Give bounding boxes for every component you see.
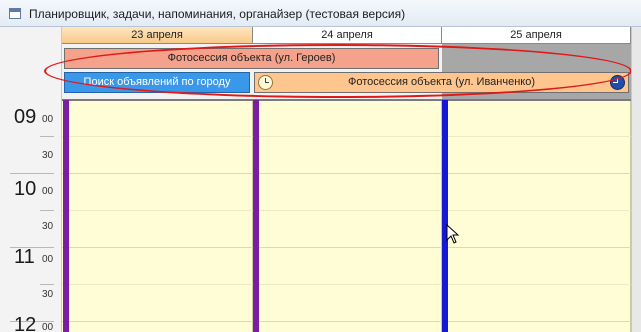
day-column-1[interactable] [62,100,253,332]
half-hour-line [62,210,631,211]
right-edge-scroll[interactable] [631,27,641,332]
hour-line [62,247,631,248]
half-hour-label: 30 [42,221,54,232]
hour-tick [10,173,54,174]
half-hour-tick [40,210,54,211]
half-hour-line [62,136,631,137]
half-hour-tick [40,136,54,137]
hour-label: 10 [14,178,37,200]
minute-label: 00 [42,322,54,332]
time-gutter: 09 00 30 10 00 30 11 00 30 12 00 [0,100,62,332]
window-titlebar: Планировщик, задачи, напоминания, органа… [0,0,641,27]
highlight-ellipse [44,44,632,98]
half-hour-line [62,284,631,285]
day-header-1[interactable]: 23 апреля [62,27,253,44]
hour-label: 11 [14,246,35,268]
half-hour-label: 30 [42,289,54,300]
day-column-2[interactable] [253,100,442,332]
hour-line [62,173,631,174]
minute-label: 00 [42,114,54,125]
calendar-app-icon [9,8,21,19]
half-hour-label: 30 [42,150,54,161]
day-header-2[interactable]: 24 апреля [253,27,442,44]
day-header-3[interactable]: 25 апреля [442,27,631,44]
half-hour-tick [40,284,54,285]
header-separator [62,99,631,101]
minute-label: 00 [42,186,54,197]
hour-label: 12 [14,314,37,332]
day-status-bar-3 [442,100,448,332]
mouse-cursor-icon [446,224,460,244]
day-column-3[interactable] [442,100,631,332]
window-title: Планировщик, задачи, напоминания, органа… [29,7,406,21]
hour-label: 09 [14,106,37,128]
day-status-bar-2 [253,100,259,332]
hour-line [62,321,631,322]
day-status-bar-1 [63,100,69,332]
minute-label: 00 [42,254,54,265]
